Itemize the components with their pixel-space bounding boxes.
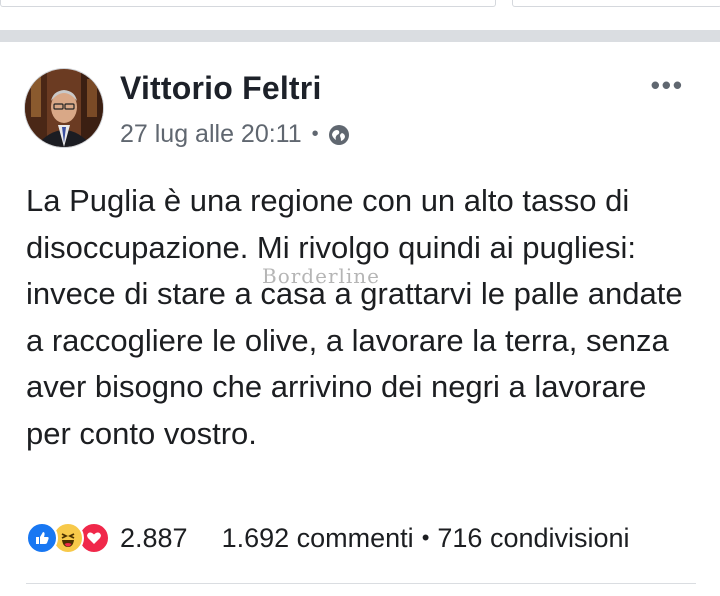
- stats-separator-dot: •: [421, 525, 430, 550]
- watermark: Borderline: [262, 264, 381, 288]
- post-card: Vittorio Feltri 27 lug alle 20:11 • ••• …: [0, 42, 720, 596]
- actions-divider: [26, 583, 696, 584]
- author-name[interactable]: Vittorio Feltri: [120, 70, 322, 107]
- previous-post-left-card: [0, 0, 496, 7]
- previous-post-right-card: [512, 0, 720, 7]
- like-reaction-icon: [26, 522, 58, 554]
- shares-count-link[interactable]: 716 condivisioni: [437, 523, 629, 554]
- globe-icon[interactable]: [327, 123, 351, 147]
- post-body: La Puglia è una regione con un alto tass…: [26, 183, 683, 451]
- comments-count-link[interactable]: 1.692 commenti: [222, 523, 414, 554]
- more-options-button[interactable]: •••: [651, 70, 684, 101]
- more-horizontal-icon: •••: [650, 70, 684, 100]
- avatar[interactable]: [24, 68, 104, 148]
- previous-post-edge: [0, 0, 720, 30]
- post-timestamp[interactable]: 27 lug alle 20:11: [120, 120, 302, 149]
- post-stats: 2.887 1.692 commenti • 716 condivisioni: [26, 518, 696, 558]
- post-meta: 27 lug alle 20:11 •: [120, 120, 351, 149]
- avatar-image: [25, 69, 103, 147]
- reactions-summary[interactable]: 2.887: [26, 522, 188, 554]
- feed-separator: [0, 30, 720, 42]
- meta-separator-dot: •: [311, 123, 319, 145]
- reaction-count: 2.887: [120, 522, 188, 553]
